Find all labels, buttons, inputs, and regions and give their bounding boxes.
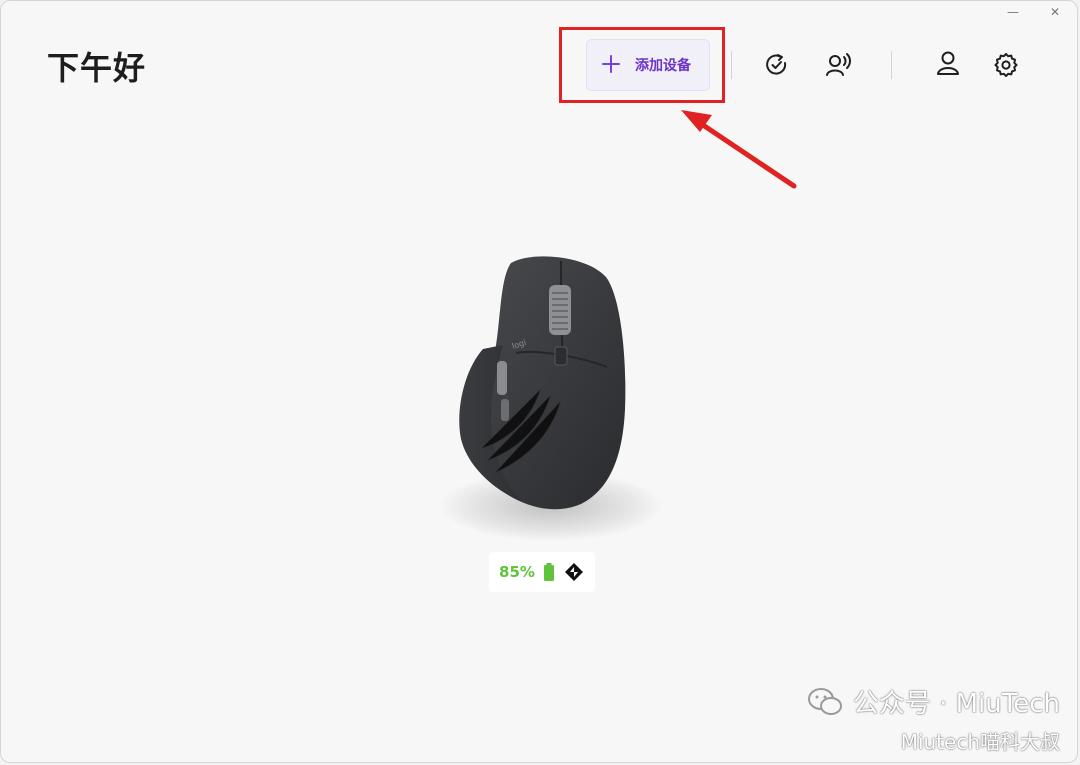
close-button[interactable]: ✕ bbox=[1047, 5, 1063, 19]
sync-check-button[interactable] bbox=[760, 48, 794, 82]
battery-icon bbox=[543, 563, 554, 581]
voice-button[interactable] bbox=[821, 48, 855, 82]
greeting-title: 下午好 bbox=[47, 49, 147, 87]
toolbar-divider bbox=[731, 51, 732, 79]
wechat-icon bbox=[807, 687, 842, 715]
plus-icon bbox=[601, 54, 623, 77]
account-button[interactable] bbox=[931, 46, 965, 80]
voice-icon bbox=[826, 53, 851, 76]
battery-percent: 85% bbox=[499, 563, 535, 581]
add-device-label: 添加设备 bbox=[635, 58, 691, 74]
logi-bolt-icon bbox=[564, 563, 583, 581]
watermark-line-2: Miutech喵科大叔 bbox=[900, 730, 1060, 754]
settings-button[interactable] bbox=[989, 48, 1023, 82]
watermark-line-1-text: 公众号 · MiuTech bbox=[852, 689, 1060, 719]
sync-check-icon bbox=[766, 54, 787, 75]
minimize-button[interactable]: — bbox=[1005, 5, 1021, 19]
watermark: 公众号 · MiuTech Miutech喵科大叔 bbox=[807, 683, 1060, 755]
settings-icon bbox=[994, 53, 1018, 77]
device-status-pill: 85% bbox=[489, 552, 595, 592]
account-icon bbox=[937, 51, 959, 75]
add-device-button[interactable]: 添加设备 bbox=[586, 39, 710, 91]
app-window: — ✕ 下午好 添加设备 logi 85% bbox=[0, 0, 1078, 763]
toolbar-divider bbox=[891, 51, 892, 79]
watermark-line-1: 公众号 · MiuTech bbox=[807, 683, 1060, 720]
device-mouse-image[interactable]: logi bbox=[421, 249, 661, 519]
window-controls: — ✕ bbox=[1005, 5, 1063, 19]
